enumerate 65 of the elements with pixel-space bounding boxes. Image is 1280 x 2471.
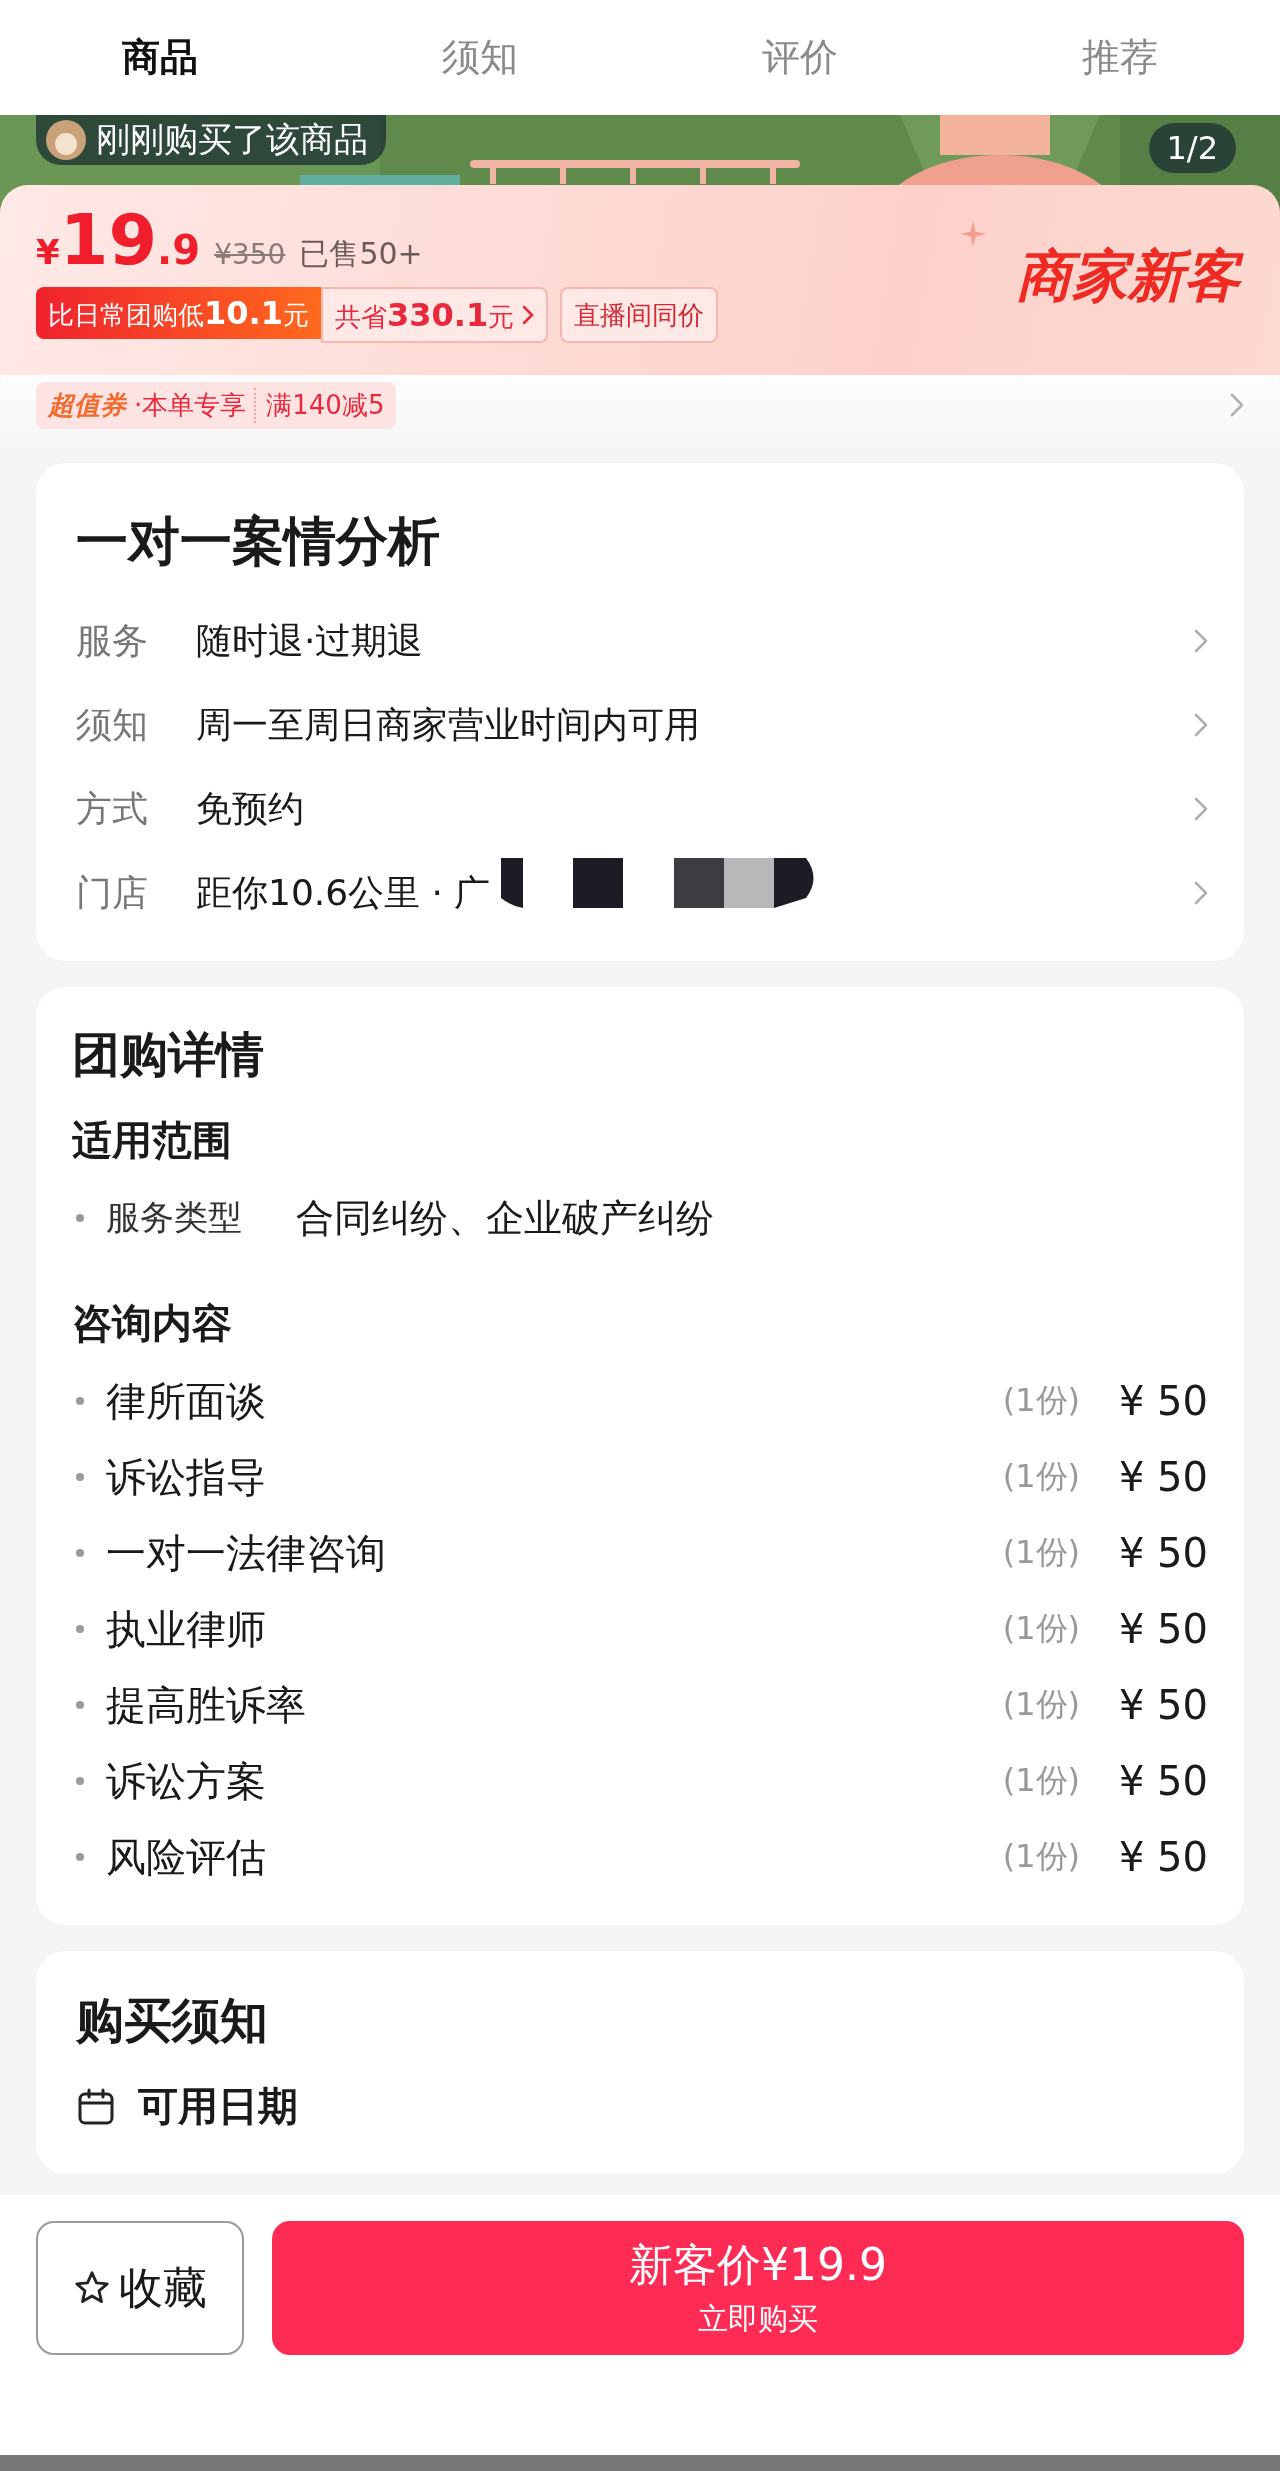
item-value: 合同纠纷、企业破产纠纷 [296, 1194, 714, 1242]
row-label: 门店 [76, 870, 149, 915]
chevron-icon [1194, 881, 1208, 905]
row-value[interactable]: 免预约 [196, 784, 304, 834]
item-price: ¥ 50 [1118, 1378, 1208, 1424]
row-value[interactable]: 距你10.6公里 · 广 [196, 868, 491, 918]
favorite-button[interactable]: 收藏 [36, 2221, 244, 2355]
row-label: 服务 [76, 618, 149, 663]
bullet-icon [76, 1625, 84, 1633]
savings-link[interactable]: 共省330.1元 [320, 287, 549, 343]
item-name: 执业律师 [106, 1604, 267, 1654]
item-name: 律所面谈 [106, 1376, 267, 1426]
price-tag: 直播间同价 [560, 287, 719, 343]
item-name: 服务类型 [106, 1196, 243, 1239]
item-name: 诉讼方案 [106, 1756, 267, 1806]
item-price: ¥ 50 [1118, 1454, 1208, 1500]
bullet-icon [76, 1853, 84, 1861]
item-name: 诉讼指导 [106, 1452, 267, 1502]
item-price: ¥ 50 [1118, 1606, 1208, 1652]
item-price: ¥ 50 [1118, 1758, 1208, 1804]
row-value[interactable]: 随时退·过期退 [196, 616, 424, 666]
item-price: ¥ 50 [1118, 1834, 1208, 1880]
section-title: 购买须知 [76, 1991, 269, 2050]
item-name: 风险评估 [106, 1832, 267, 1882]
subsection-heading: 适用范围 [72, 1116, 233, 1165]
bullet-icon [76, 1397, 84, 1405]
section-title: 团购详情 [72, 1025, 265, 1084]
chevron-icon [522, 305, 535, 325]
item-quantity: (1份) [1002, 1684, 1080, 1725]
tab[interactable]: 商品 [0, 32, 320, 83]
item-name: 一对一法律咨询 [106, 1528, 387, 1578]
calendar-icon [76, 2086, 116, 2127]
notice-label: 可用日期 [138, 2082, 298, 2131]
sold-count: 已售50+ [299, 235, 423, 273]
item-quantity: (1份) [1002, 1608, 1080, 1649]
bullet-icon [76, 1701, 84, 1709]
buyer-notice: 刚刚购买了该商品 [36, 115, 386, 165]
item-quantity: (1份) [1002, 1532, 1080, 1573]
item-quantity: (1份) [1002, 1836, 1080, 1877]
row-label: 须知 [76, 702, 149, 747]
row-value[interactable]: 周一至周日商家营业时间内可用 [196, 700, 700, 750]
buy-button[interactable]: 新客价¥19.9 立即购买 [272, 2221, 1244, 2355]
item-price: ¥ 50 [1118, 1682, 1208, 1728]
item-price: ¥ 50 [1118, 1530, 1208, 1576]
current-price: ¥19.9 [36, 203, 201, 277]
subsection-heading: 咨询内容 [72, 1299, 233, 1348]
chevron-icon [1230, 393, 1244, 417]
avatar-icon [46, 120, 86, 160]
bullet-icon [76, 1214, 84, 1222]
bullet-icon [76, 1473, 84, 1481]
chevron-icon [1194, 797, 1208, 821]
bullet-icon [76, 1777, 84, 1785]
item-quantity: (1份) [1002, 1760, 1080, 1801]
item-quantity: (1份) [1002, 1380, 1080, 1421]
item-quantity: (1份) [1002, 1456, 1080, 1497]
chevron-icon [1194, 713, 1208, 737]
item-name: 提高胜诉率 [106, 1680, 307, 1730]
coupon-tag[interactable]: 超值券 ·本单专享 满140减5 [36, 381, 397, 429]
sparkle-icon [960, 221, 986, 247]
chevron-icon [1194, 629, 1208, 653]
row-label: 方式 [76, 786, 149, 831]
service-title: 一对一案情分析 [76, 510, 441, 573]
price-tag: 比日常团购低10.1元 [36, 287, 321, 339]
original-price: ¥350 [214, 238, 286, 271]
bullet-icon [76, 1549, 84, 1557]
